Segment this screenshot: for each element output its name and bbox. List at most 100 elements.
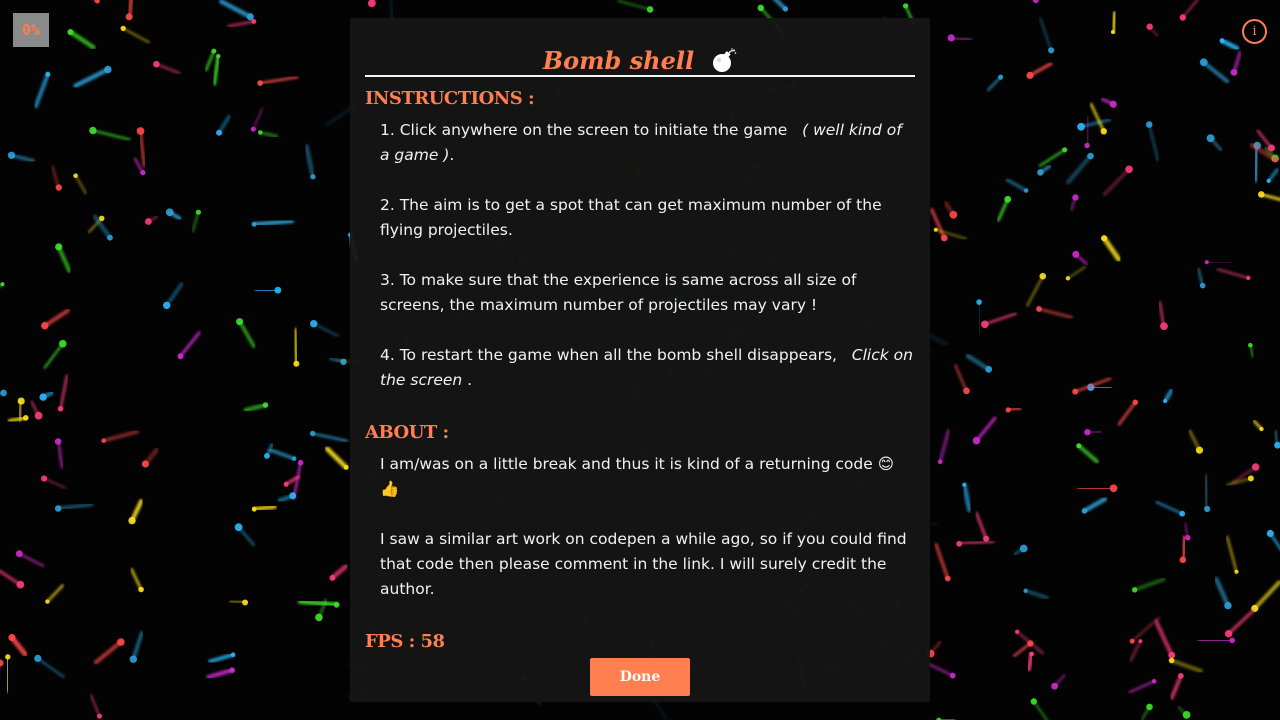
projectile-head xyxy=(1051,682,1058,690)
projectile-streak xyxy=(1023,588,1049,600)
projectile-streak xyxy=(975,511,988,541)
projectile-streak xyxy=(986,75,1002,92)
projectile-head xyxy=(937,459,943,465)
projectile-streak xyxy=(934,228,967,240)
projectile-head xyxy=(947,34,955,42)
projectile-streak xyxy=(206,667,235,680)
projectile-head xyxy=(97,713,102,719)
projectile-head xyxy=(41,475,48,482)
projectile-head xyxy=(1274,441,1280,449)
projectile-streak xyxy=(1226,609,1255,636)
projectile-streak xyxy=(18,552,45,567)
projectile-head xyxy=(283,481,289,487)
projectile-streak xyxy=(1219,38,1240,52)
projectile-streak xyxy=(974,416,997,443)
projectile-streak xyxy=(1155,500,1184,515)
projectile-head xyxy=(949,210,958,219)
projectile-head xyxy=(236,318,244,326)
projectile-streak xyxy=(219,0,253,20)
about-item: I saw a similar art work on codepen a wh… xyxy=(380,530,907,598)
projectile-streak xyxy=(56,440,64,469)
projectile-streak xyxy=(43,477,66,489)
projectile-streak xyxy=(1147,123,1160,162)
about-heading: ABOUT : xyxy=(365,422,449,443)
projectile-head xyxy=(1199,282,1206,289)
projectile-streak xyxy=(258,130,279,139)
about-item: I am/was on a little break and thus it i… xyxy=(380,455,894,498)
projectile-streak xyxy=(1037,307,1074,319)
projectile-streak xyxy=(1181,0,1199,19)
projectile-head xyxy=(45,599,50,604)
bomb-icon xyxy=(713,48,737,72)
projectile-streak xyxy=(74,174,88,195)
projectile-streak xyxy=(251,504,277,512)
projectile-head xyxy=(1266,178,1271,183)
projectile-head xyxy=(1219,38,1225,44)
projectile-head xyxy=(1178,673,1184,679)
projectile-head xyxy=(23,415,29,421)
info-button[interactable]: i xyxy=(1242,19,1267,44)
projectile-streak xyxy=(1252,580,1280,611)
projectile-streak xyxy=(0,569,22,587)
projectile-head xyxy=(1132,587,1138,593)
projectile-head xyxy=(250,126,256,132)
projectile-head xyxy=(128,516,136,525)
projectile-head xyxy=(1146,703,1153,711)
projectile-head xyxy=(1224,630,1233,638)
projectile-streak xyxy=(268,448,296,461)
projectile-head xyxy=(1145,121,1153,128)
projectile-head xyxy=(972,436,981,445)
projectile-head xyxy=(1179,510,1186,517)
projectile-head xyxy=(1230,69,1238,76)
projectile-head xyxy=(1168,651,1176,659)
projectile-head xyxy=(1266,529,1274,538)
projectile-head xyxy=(310,320,318,328)
projectile-head xyxy=(1206,134,1215,143)
projectile-streak xyxy=(1201,60,1230,84)
projectile-head xyxy=(1195,446,1204,454)
projectile-streak xyxy=(1169,674,1183,700)
projectile-head xyxy=(1146,23,1153,30)
projectile-head xyxy=(138,586,144,593)
projectile-head xyxy=(981,320,989,329)
projectile-head xyxy=(1023,588,1028,593)
progress-percentage-badge: 0% xyxy=(13,13,49,47)
projectile-head xyxy=(1185,534,1191,541)
projectile-head xyxy=(1005,407,1011,413)
projectile-head xyxy=(216,129,223,136)
projectile-streak xyxy=(1154,619,1174,658)
about-text: I am/was on a little break and thus it i… xyxy=(380,452,915,602)
projectile-head xyxy=(944,575,951,582)
projectile-streak xyxy=(297,599,339,608)
projectile-head xyxy=(1087,152,1094,160)
projectile-streak xyxy=(292,327,299,366)
done-button[interactable]: Done xyxy=(590,658,690,696)
projectile-head xyxy=(1077,122,1085,131)
projectile-head xyxy=(0,282,5,287)
projectile-head xyxy=(1110,30,1115,34)
projectile-head xyxy=(1072,250,1080,258)
projectile-head xyxy=(1037,169,1044,176)
projectile-head xyxy=(1224,601,1232,610)
projectile-head xyxy=(34,654,42,663)
projectile-head xyxy=(1273,157,1278,163)
projectile-streak xyxy=(983,312,1017,326)
projectile-streak xyxy=(1082,496,1108,514)
projectile-streak xyxy=(1038,148,1066,167)
projectile-head xyxy=(258,130,263,135)
projectile-head xyxy=(1109,100,1117,108)
projectile-head xyxy=(216,54,221,59)
projectile-head xyxy=(101,438,106,444)
projectile-streak xyxy=(1225,535,1238,574)
projectile-head xyxy=(7,151,16,159)
projectile-head xyxy=(1084,429,1091,436)
projectile-head xyxy=(1199,58,1208,67)
projectile-head xyxy=(94,0,100,4)
projectile-streak xyxy=(258,75,299,85)
projectile-streak xyxy=(926,662,955,677)
projectile-streak xyxy=(43,342,64,369)
projectile-head xyxy=(39,393,47,401)
projectile-head xyxy=(16,580,25,589)
projectile-head xyxy=(962,482,967,487)
projectile-streak xyxy=(164,282,184,308)
